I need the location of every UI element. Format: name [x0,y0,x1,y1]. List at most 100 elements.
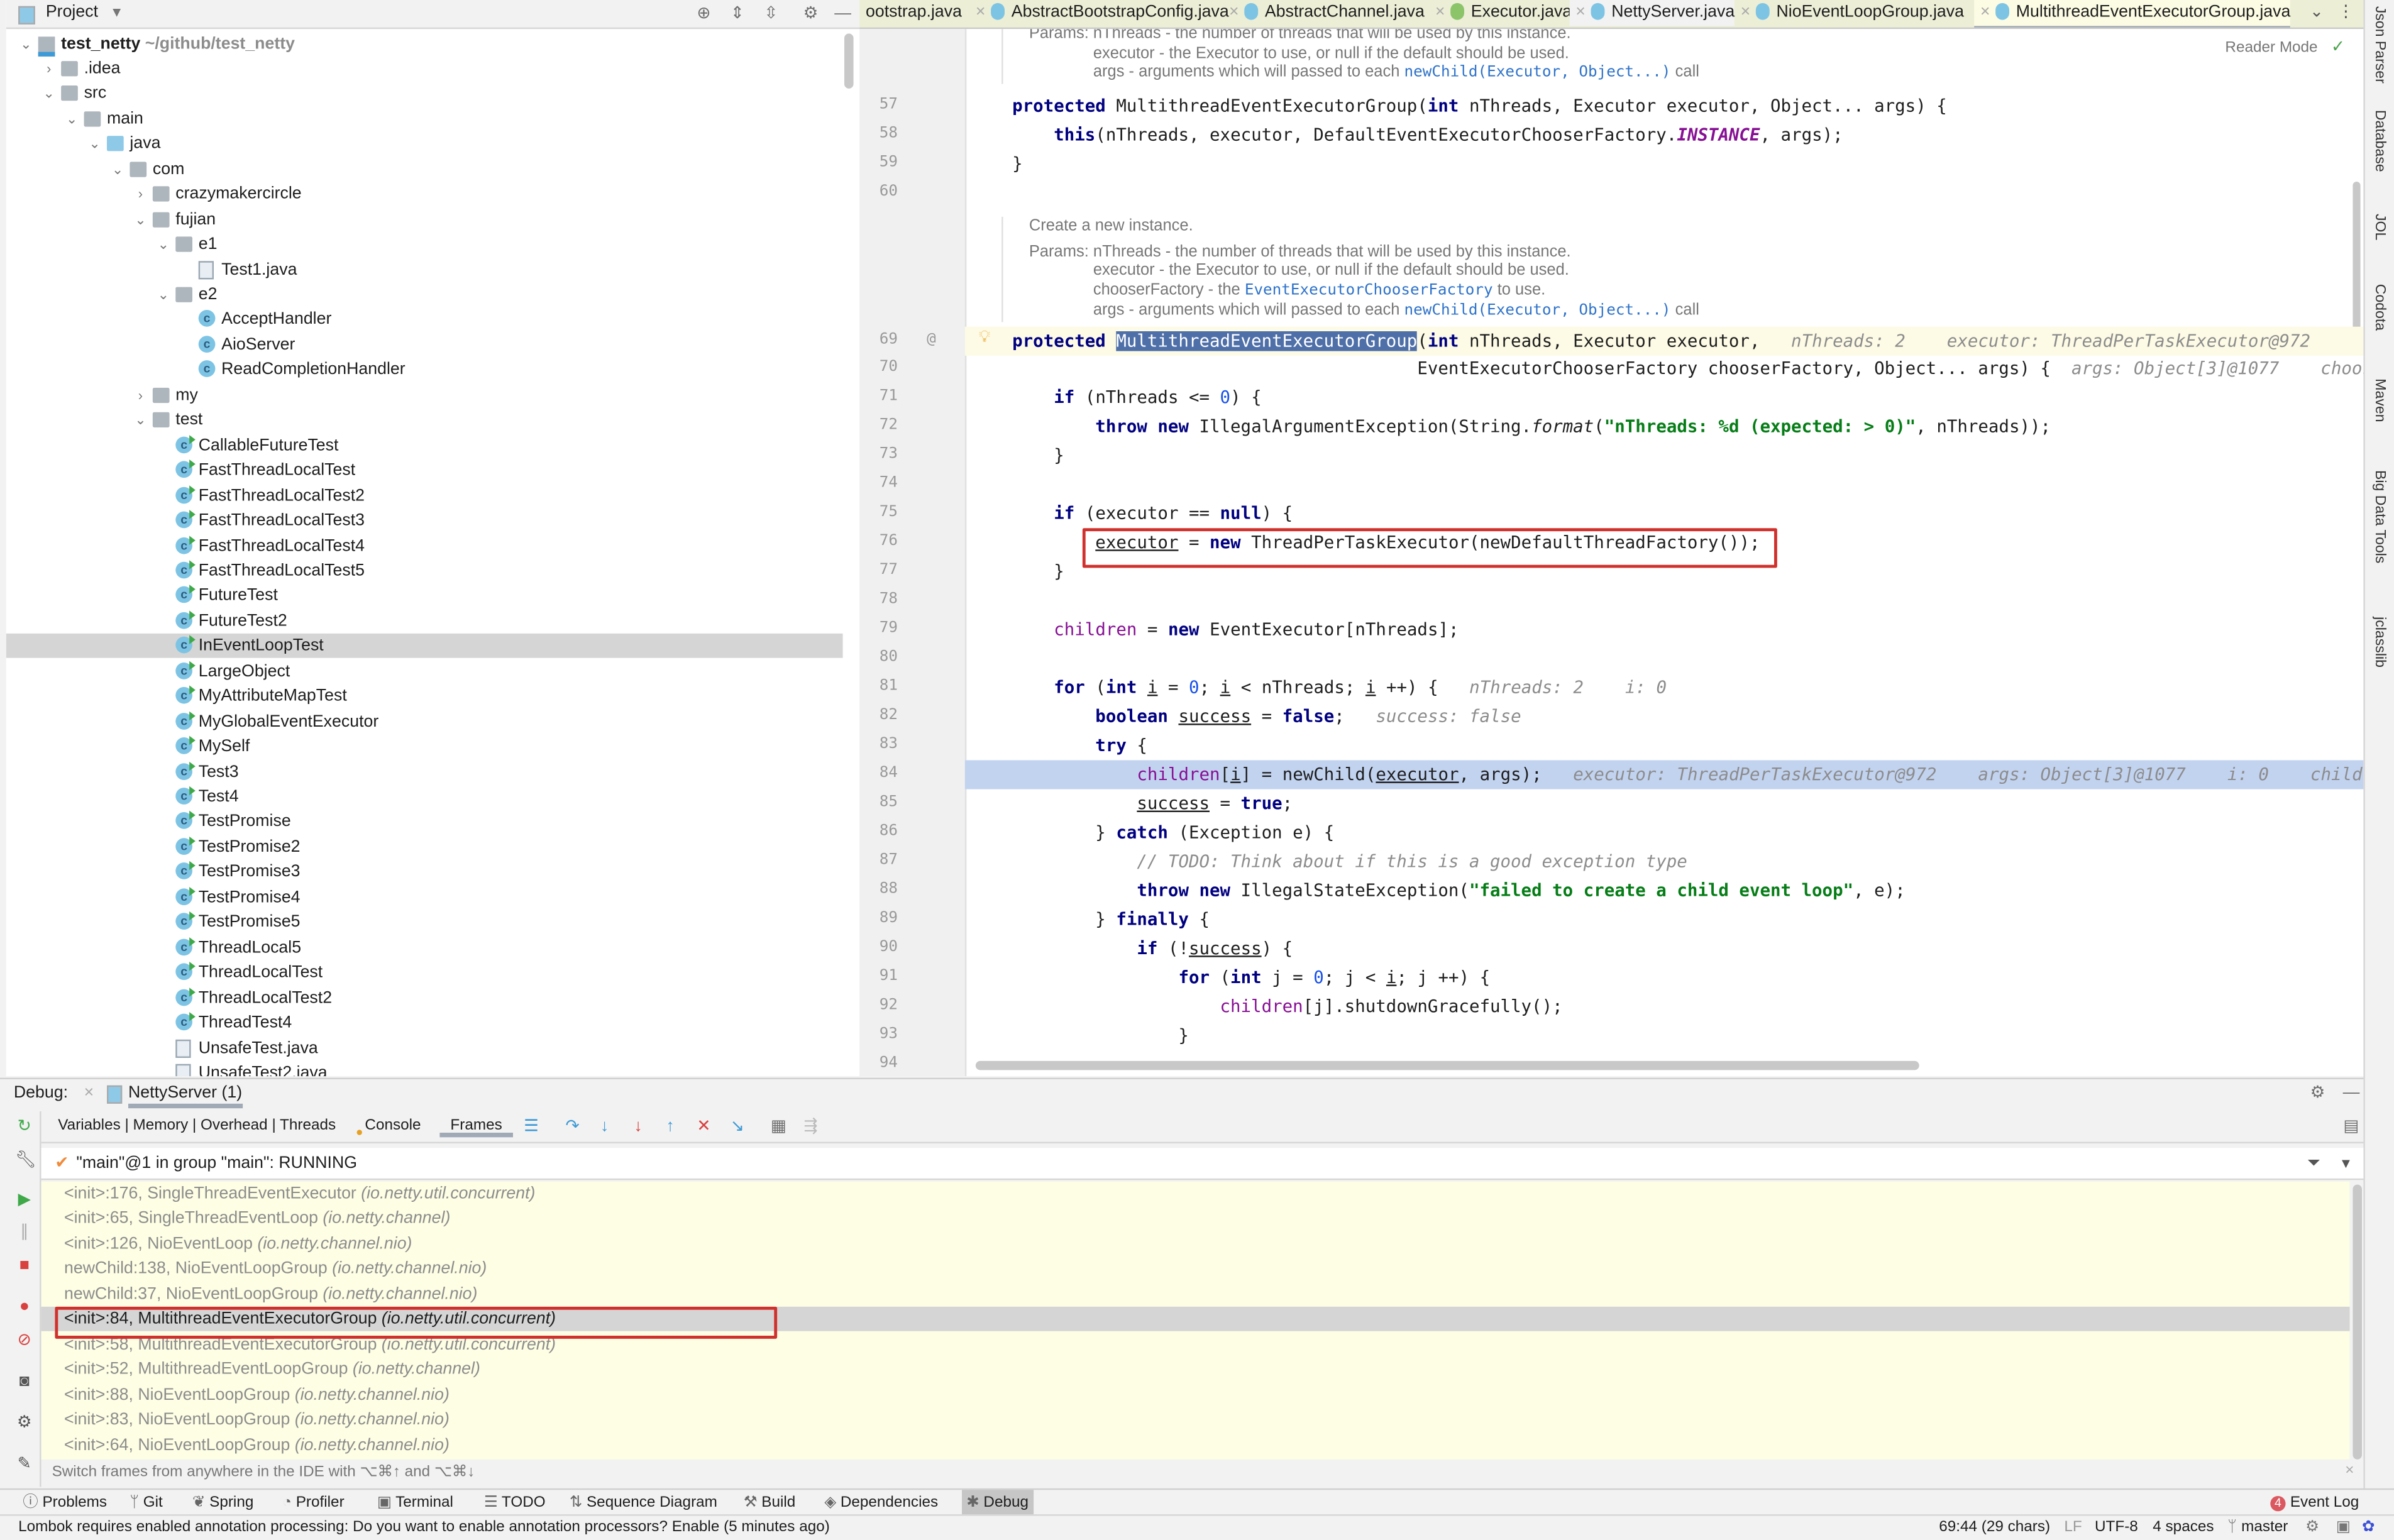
line-number[interactable]: 92 [859,996,898,1013]
debug-session-tab[interactable]: NettyServer (1) [128,1084,243,1109]
tool-window-codota[interactable]: Codota [2371,284,2388,331]
tool-tab-profiler[interactable]: ◔ Profiler [278,1490,349,1515]
debug-minimize-icon[interactable]: — [2341,1082,2362,1104]
code-line[interactable] [965,586,2364,615]
line-number[interactable]: 57 [859,96,898,113]
code-line[interactable]: if (nThreads <= 0) { [965,384,2364,413]
tree-item[interactable]: ⌄ e1 [6,232,843,256]
tree-item[interactable]: Test1.java [6,257,843,282]
code-line[interactable]: if (!success) { [965,933,2364,962]
tree-item[interactable]: c TestPromise4 [6,885,843,910]
code-line[interactable]: executor = new ThreadPerTaskExecutor(new… [965,529,2364,558]
tool-tab-dependencies[interactable]: ◈ Dependencies [820,1490,942,1515]
frame-item[interactable]: newChild:138, NioEventLoopGroup (io.nett… [41,1257,2350,1282]
drop-frame-icon[interactable]: ✕ [693,1116,715,1137]
code-editor[interactable]: 57 58 59 60 69 @70 71 72 73 74 75 76 77 78 79 80 81 82 83 8… [859,29,2364,1077]
paw-icon[interactable]: ✿ [2362,1516,2375,1540]
settings-icon[interactable]: ⚙ [15,1414,33,1432]
line-number[interactable]: 69 [859,331,898,348]
code-line[interactable]: } catch (Exception e) { [965,818,2364,847]
pause-icon[interactable]: ∥ [15,1223,33,1241]
code-line[interactable]: } [965,1021,2364,1050]
tool-window-database[interactable]: Database [2371,110,2388,172]
line-number[interactable]: 76 [859,533,898,550]
editor-tab[interactable]: × Executor.java [1429,0,1572,26]
frame-item[interactable]: <init>:52, MultithreadEventLoopGroup (io… [41,1357,2350,1382]
code-line[interactable]: } [965,558,2364,586]
line-number[interactable]: 94 [859,1054,898,1071]
code-line[interactable]: throw new IllegalStateException("failed … [965,876,2364,905]
tree-scrollbar[interactable] [844,33,854,89]
line-number[interactable]: 78 [859,591,898,608]
code-line[interactable]: } finally { [965,905,2364,933]
tabs-overflow-icon[interactable]: ⌄ [2310,1,2324,21]
tree-item[interactable]: c ReadCompletionHandler [6,358,843,382]
tree-item[interactable]: c ThreadLocal5 [6,935,843,960]
resume-icon[interactable]: ▶ [15,1191,33,1209]
chevron-down-icon[interactable]: ⌄ [18,31,33,56]
minimize-icon[interactable]: — [832,3,854,25]
code-line[interactable]: success = true; [965,789,2364,818]
chevron-down-icon[interactable]: ⌄ [133,408,148,432]
tree-item[interactable]: c Test3 [6,759,843,784]
close-tab-icon[interactable]: × [1980,3,1990,21]
gear-icon[interactable]: ⚙ [800,3,822,25]
code-line[interactable] [965,644,2364,673]
locate-icon[interactable]: ⊕ [693,3,715,25]
tool-window-jol[interactable]: JOL [2371,214,2388,240]
line-number[interactable]: 89 [859,910,898,927]
wrench-icon[interactable]: 🔧︎ [15,1151,36,1169]
editor-tab[interactable]: × AbstractChannel.java [1223,0,1425,26]
collapse-all-icon[interactable]: ⇳ [760,3,781,25]
frame-item[interactable]: <init>:176, SingleThreadEventExecutor (i… [41,1182,2350,1206]
line-number[interactable]: 90 [859,938,898,955]
line-number[interactable]: 72 [859,417,898,434]
line-number[interactable]: 73 [859,446,898,463]
tab-console[interactable]: Console [365,1118,421,1135]
tool-tab-problems[interactable]: ⓘ Problems [18,1490,111,1515]
tree-item[interactable]: UnsafeTest.java [6,1036,843,1060]
git-branch[interactable]: master [2241,1516,2288,1540]
code-line[interactable]: children[i] = newChild(executor, args); … [964,760,2364,789]
tool-tab-git[interactable]: ᛘ Git [125,1490,167,1515]
tool-window-jclasslib[interactable]: jclasslib [2371,617,2388,668]
filter-icon[interactable]: ⏷ [2307,1148,2320,1179]
editor-tab[interactable]: ootstrap.java [859,0,962,26]
debug-settings-icon[interactable]: ⚙ [2307,1082,2329,1104]
code-line[interactable]: throw new IllegalArgumentException(Strin… [965,413,2364,442]
code-line[interactable]: for (int j = 0; j < i; j ++) { [965,962,2364,991]
file-encoding[interactable]: UTF-8 [2095,1516,2138,1540]
editor-tab[interactable]: × AbstractBootstrapConfig.java [969,0,1229,26]
tree-item[interactable]: c FutureTest2 [6,609,843,634]
tree-item[interactable]: c FastThreadLocalTest4 [6,534,843,558]
code-line[interactable]: protected MultithreadEventExecutorGroup(… [965,91,2364,119]
tree-item[interactable]: c AcceptHandler [6,307,843,332]
tree-item[interactable]: c TestPromise [6,810,843,834]
code-line[interactable] [965,178,2364,207]
stop-icon[interactable]: ■ [15,1257,33,1275]
tree-item[interactable]: UnsafeTest2.java [6,1061,843,1077]
tree-item[interactable]: c LargeObject [6,659,843,684]
close-tab-icon[interactable]: × [1741,3,1751,21]
inspection-icon[interactable]: ⚙ [2305,1516,2319,1540]
code-line[interactable]: EventExecutorChooserFactory chooserFacto… [965,355,2363,384]
line-number[interactable]: 93 [859,1025,898,1042]
line-number[interactable]: 80 [859,649,898,666]
views-tabs[interactable]: Variables | Memory | Overhead | Threads [58,1118,336,1135]
tree-item[interactable]: c TestPromise2 [6,835,843,859]
tool-tab-build[interactable]: ⚒ Build [739,1490,800,1515]
close-session-icon[interactable]: × [84,1084,94,1102]
editor-tab[interactable]: × MultithreadEventExecutorGroup.java [1974,0,2291,28]
tree-item[interactable]: ⌄ com [6,157,843,182]
line-number[interactable]: 70 [859,360,898,377]
tree-item[interactable]: c ThreadTest4 [6,1011,843,1035]
tree-item[interactable]: c MySelf [6,734,843,759]
close-tab-icon[interactable]: × [976,3,986,21]
tree-item[interactable]: c InEventLoopTest [6,634,843,659]
run-to-cursor-icon[interactable]: ↘ [727,1116,748,1137]
tree-item[interactable]: c FastThreadLocalTest [6,458,843,483]
line-number[interactable]: 82 [859,707,898,723]
intention-bulb-icon[interactable]: 💡︎ [979,327,991,348]
code-line[interactable]: for (int i = 0; i < nThreads; i ++) { nT… [965,673,2364,702]
line-number[interactable]: 87 [859,852,898,869]
